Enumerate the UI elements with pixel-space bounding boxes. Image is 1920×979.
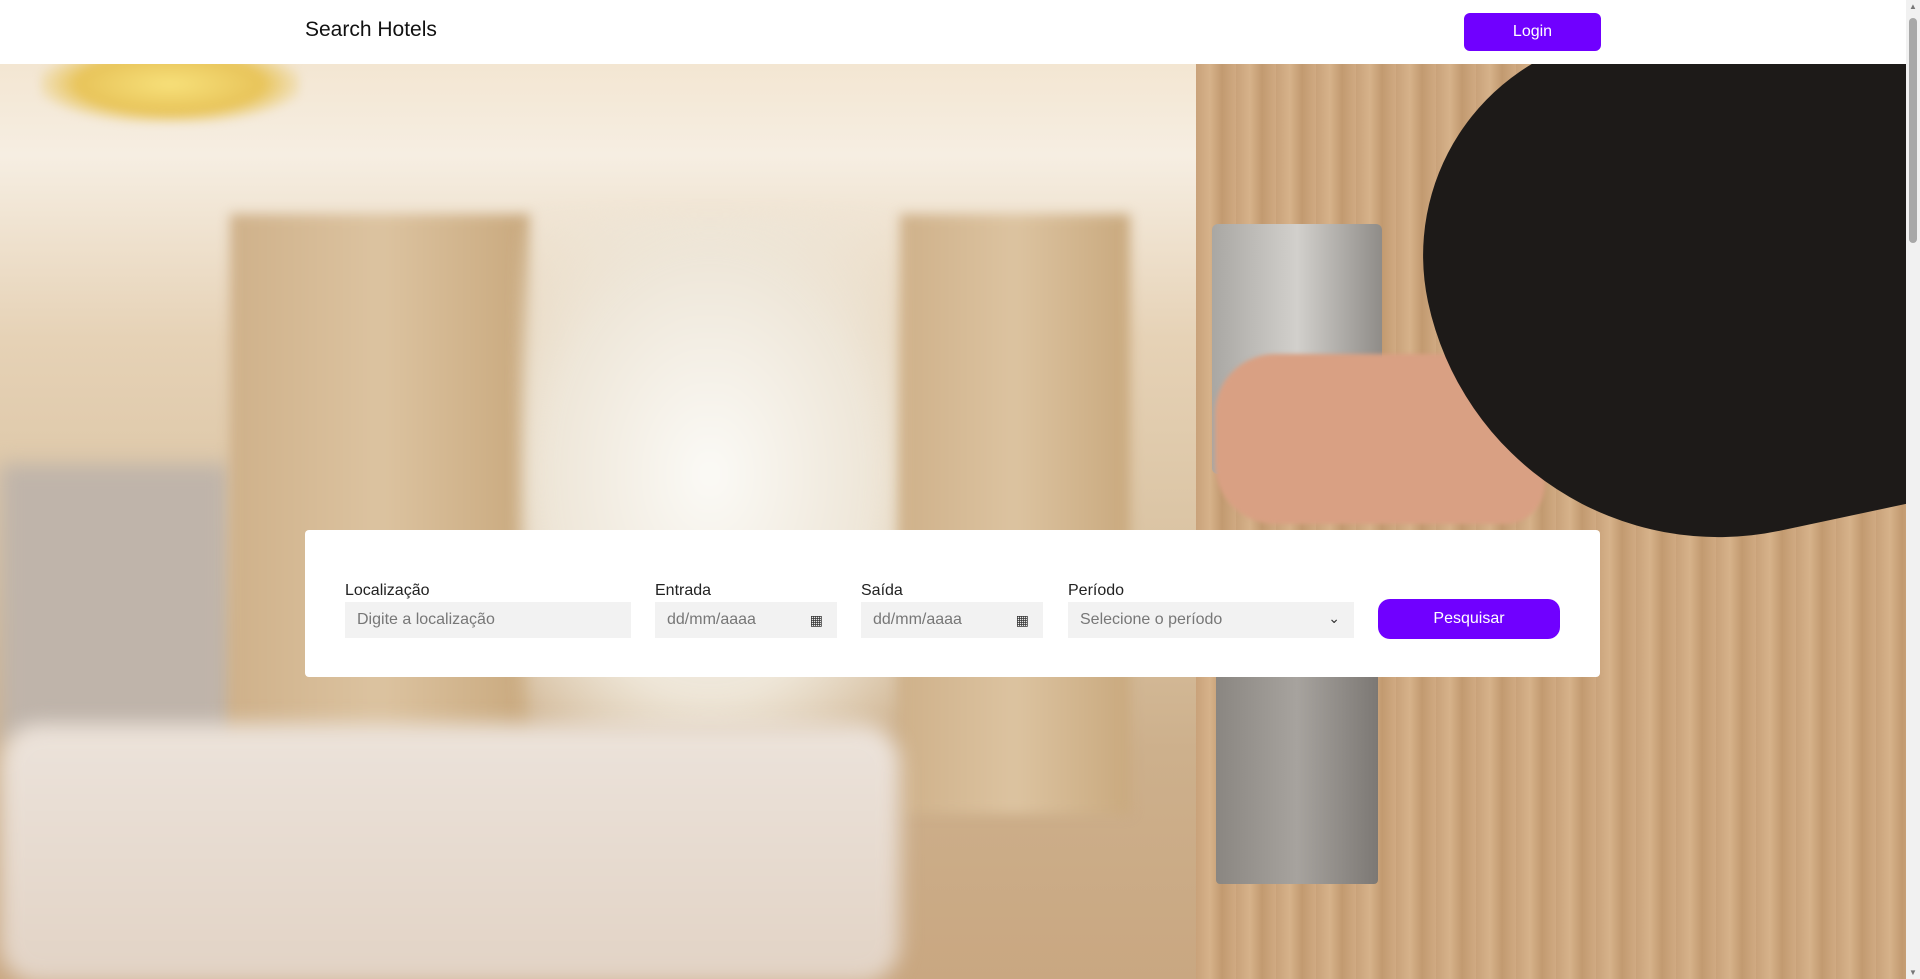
login-button[interactable]: Login xyxy=(1464,13,1601,51)
hero-background-image xyxy=(0,64,1906,979)
calendar-icon[interactable]: ▦ xyxy=(810,612,823,629)
chevron-down-icon: ⌄ xyxy=(1328,610,1340,626)
scrollbar[interactable]: ▲ ▼ xyxy=(1906,0,1920,979)
headboard xyxy=(0,464,230,744)
checkout-placeholder: dd/mm/aaaa xyxy=(873,611,962,628)
location-input[interactable]: Digite a localização xyxy=(345,602,631,638)
search-form: Localização Digite a localização Entrada… xyxy=(305,530,1600,677)
scroll-down-icon[interactable]: ▼ xyxy=(1909,968,1917,977)
location-placeholder: Digite a localização xyxy=(357,611,495,628)
top-navbar: Search Hotels Login xyxy=(0,0,1906,64)
curtain xyxy=(900,214,1130,814)
door-lock-lower xyxy=(1216,664,1378,884)
lamp-light xyxy=(40,64,300,124)
scrollbar-thumb[interactable] xyxy=(1909,18,1917,243)
period-placeholder: Selecione o período xyxy=(1080,611,1223,628)
checkout-label: Saída xyxy=(861,582,903,599)
checkout-date-input[interactable]: dd/mm/aaaa ▦ xyxy=(861,602,1043,638)
bed xyxy=(0,724,900,979)
calendar-icon[interactable]: ▦ xyxy=(1016,612,1029,629)
scroll-up-icon[interactable]: ▲ xyxy=(1909,2,1917,11)
period-label: Período xyxy=(1068,582,1125,599)
checkin-date-input[interactable]: dd/mm/aaaa ▦ xyxy=(655,602,837,638)
location-label: Localização xyxy=(345,582,430,599)
period-select[interactable]: Selecione o período ⌄ xyxy=(1068,602,1354,638)
site-title[interactable]: Search Hotels xyxy=(305,18,437,42)
checkin-label: Entrada xyxy=(655,582,712,599)
search-button[interactable]: Pesquisar xyxy=(1378,599,1560,639)
checkin-placeholder: dd/mm/aaaa xyxy=(667,611,756,628)
